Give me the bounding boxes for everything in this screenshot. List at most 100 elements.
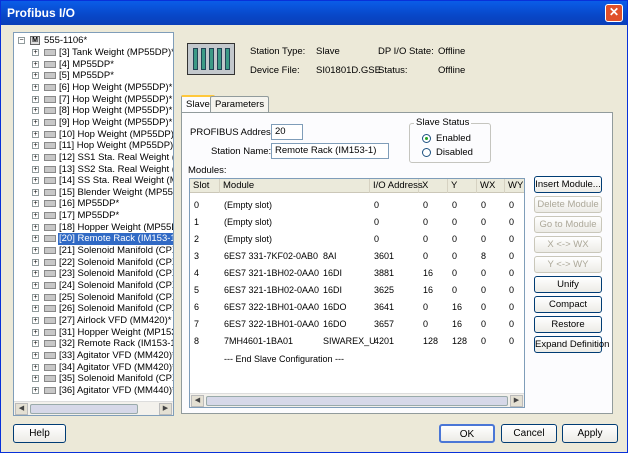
expand-icon[interactable]: + (32, 153, 39, 161)
table-row[interactable]: 2 (Empty slot) 0 0 0 0 0 (190, 231, 524, 248)
station-device-icon (187, 43, 235, 75)
enabled-radio[interactable] (422, 134, 431, 143)
tree-horizontal-scrollbar[interactable]: ◀ ▶ (14, 401, 173, 415)
help-button[interactable]: Help (13, 424, 66, 443)
enabled-label: Enabled (436, 133, 471, 144)
scroll-thumb[interactable] (30, 404, 138, 414)
ok-button[interactable]: OK (439, 424, 495, 443)
table-row[interactable]: 8 7MH4601-1BA01 SIWAREX_U 4201 128 128 0 0 (190, 333, 524, 350)
cell-wy: 0 (509, 200, 515, 210)
profibus-address-input[interactable]: 20 (271, 124, 303, 140)
expand-icon[interactable]: + (32, 328, 39, 336)
expand-icon[interactable]: + (32, 165, 39, 173)
expand-icon[interactable]: + (32, 340, 39, 348)
tree-item-label: [21] Solenoid Manifold (CPX)* (59, 245, 173, 257)
expand-icon[interactable]: + (32, 60, 39, 68)
scroll-right-icon[interactable]: ▶ (510, 395, 523, 407)
cell-module: 6ES7 322-1BH01-0AA0 (224, 302, 320, 312)
compact-button[interactable]: Compact (534, 296, 602, 313)
x-wx-button[interactable]: X <-> WX (534, 236, 602, 253)
expand-icon[interactable]: + (32, 177, 39, 185)
expand-icon[interactable]: + (32, 247, 39, 255)
disabled-radio[interactable] (422, 148, 431, 157)
expand-icon[interactable]: + (32, 118, 39, 126)
col-y[interactable]: Y (448, 179, 477, 193)
cell-wx: 0 (481, 336, 487, 346)
expand-icon[interactable]: + (32, 212, 39, 220)
modules-table[interactable]: Slot Module I/O Address X Y WX WY 0 (Empt… (189, 178, 525, 408)
expand-definition-button[interactable]: Expand Definition (534, 336, 609, 353)
expand-icon[interactable]: + (32, 258, 39, 266)
table-row[interactable]: 0 (Empty slot) 0 0 0 0 0 (190, 197, 524, 214)
col-x[interactable]: X (419, 179, 448, 193)
tree-item-label: [3] Tank Weight (MP55DP)* (59, 47, 173, 58)
table-row[interactable]: 1 (Empty slot) 0 0 0 0 0 (190, 214, 524, 231)
expand-icon[interactable]: + (32, 270, 39, 278)
expand-icon[interactable]: + (32, 223, 39, 231)
col-wy[interactable]: WY (505, 179, 524, 193)
expand-icon[interactable]: + (32, 95, 39, 103)
table-row[interactable]: 7 6ES7 322-1BH01-0AA0 16DO 3657 0 16 0 0 (190, 316, 524, 333)
scroll-right-icon[interactable]: ▶ (159, 403, 172, 415)
col-wx[interactable]: WX (477, 179, 505, 193)
expand-icon[interactable]: + (32, 49, 39, 56)
expand-icon[interactable]: + (32, 188, 39, 196)
tree-item-label: [4] MP55DP* (59, 58, 114, 70)
tab-parameters[interactable]: Parameters (210, 96, 270, 112)
expand-icon[interactable]: + (32, 142, 39, 150)
close-icon[interactable]: ✕ (605, 4, 623, 22)
tree-item-label: [27] Airlock VFD (MM420)* (59, 314, 172, 326)
unify-button[interactable]: Unify (534, 276, 602, 293)
scroll-left-icon[interactable]: ◀ (191, 395, 204, 407)
cell-type: 8AI (323, 251, 337, 261)
expand-icon[interactable]: + (32, 293, 39, 301)
expand-icon[interactable]: + (32, 351, 39, 359)
cell-wy: 0 (509, 268, 515, 278)
expand-icon[interactable]: + (32, 386, 39, 394)
expand-icon[interactable]: + (32, 316, 39, 324)
expand-icon[interactable]: + (32, 130, 39, 138)
expand-icon[interactable]: + (32, 235, 39, 243)
tree-item-label: [25] Solenoid Manifold (CPX)* (59, 291, 173, 303)
slave-device-icon (44, 95, 56, 103)
expand-icon[interactable]: + (32, 363, 39, 371)
col-slot[interactable]: Slot (190, 179, 220, 193)
cancel-button[interactable]: Cancel (501, 424, 557, 443)
y-wy-button[interactable]: Y <-> WY (534, 256, 602, 273)
apply-button[interactable]: Apply (562, 424, 618, 443)
table-row[interactable]: 6 6ES7 322-1BH01-0AA0 16DO 3641 0 16 0 0 (190, 299, 524, 316)
expand-icon[interactable]: + (32, 305, 39, 313)
status-value: Offline (438, 65, 466, 76)
table-row[interactable]: 4 6ES7 321-1BH02-0AA0 16DI 3881 16 0 0 0 (190, 265, 524, 282)
cell-slot: 1 (194, 217, 200, 227)
scroll-thumb[interactable] (206, 396, 508, 406)
slave-device-icon (44, 235, 56, 243)
tree-item-label: [10] Hop Weight (MP55DP)* (59, 128, 173, 140)
expand-icon[interactable]: + (32, 83, 39, 91)
expand-icon[interactable]: + (32, 375, 39, 383)
expand-icon[interactable]: + (32, 282, 39, 289)
station-name-input[interactable]: Remote Rack (IM153-1) (271, 143, 389, 159)
cell-module: 7MH4601-1BA01 (224, 336, 294, 346)
slave-device-icon (44, 351, 56, 359)
scroll-left-icon[interactable]: ◀ (15, 403, 28, 415)
modules-horizontal-scrollbar[interactable]: ◀ ▶ (190, 393, 524, 407)
slave-status-group: Slave Status Enabled Disabled (409, 117, 491, 163)
cell-slot: 0 (194, 200, 200, 210)
table-row[interactable]: 3 6ES7 331-7KF02-0AB0 8AI 3601 0 0 8 0 (190, 248, 524, 265)
expand-icon[interactable]: + (32, 200, 39, 208)
delete-module-button[interactable]: Delete Module (534, 196, 602, 213)
expand-icon[interactable]: + (32, 107, 39, 115)
col-io-address[interactable]: I/O Address (370, 179, 423, 193)
col-module[interactable]: Module (220, 179, 370, 193)
expand-icon[interactable]: + (32, 72, 39, 80)
insert-module-button[interactable]: Insert Module... (534, 176, 602, 193)
cell-y: 0 (452, 217, 458, 227)
network-tree[interactable]: − M 555-1106* + [3] Tank Weight (MP55DP)*… (13, 32, 174, 416)
collapse-icon[interactable]: − (18, 37, 25, 44)
go-to-module-button[interactable]: Go to Module (534, 216, 602, 233)
table-row[interactable]: 5 6ES7 321-1BH02-0AA0 16DI 3625 16 0 0 0 (190, 282, 524, 299)
slave-device-icon (44, 72, 56, 80)
slave-device-icon (44, 316, 56, 324)
restore-button[interactable]: Restore (534, 316, 602, 333)
